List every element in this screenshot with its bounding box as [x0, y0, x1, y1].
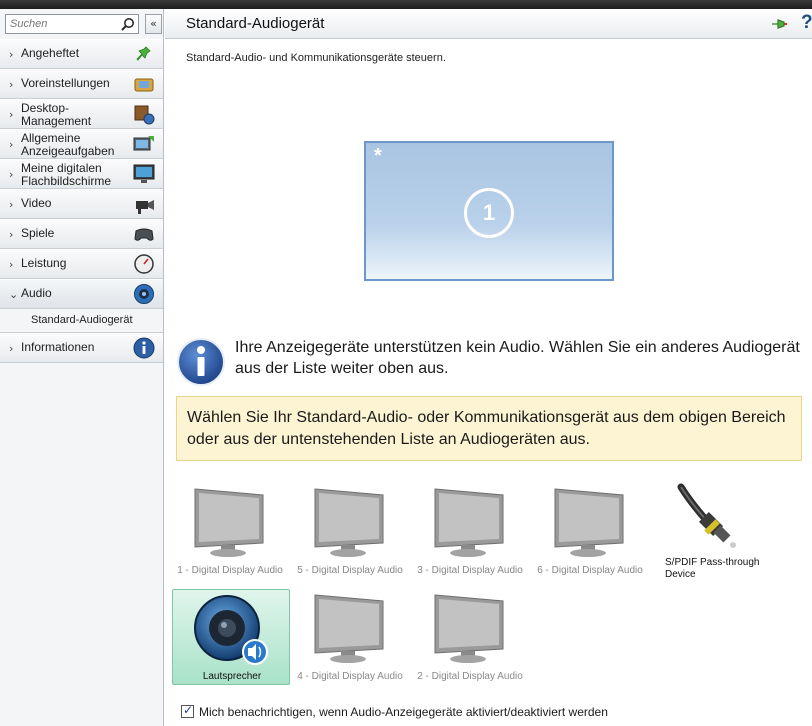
chevron-right-icon: ›: [9, 78, 14, 91]
sidebar: « › Angeheftet › Voreinstellungen › Desk…: [0, 9, 164, 726]
device-lautsprecher[interactable]: Lautsprecher: [172, 589, 290, 685]
instruction-box: Wählen Sie Ihr Standard-Audio- oder Komm…: [176, 396, 802, 461]
optical-cable-icon: [677, 483, 736, 548]
monitor-icon: [194, 488, 264, 557]
window-top-strip: [0, 0, 812, 9]
collapse-sidebar-button[interactable]: «: [145, 14, 162, 34]
monitor-icon: [434, 594, 504, 663]
chevron-right-icon: ›: [9, 168, 14, 181]
desktop-management-icon: [134, 105, 155, 125]
sidebar-item-leistung[interactable]: › Leistung: [0, 249, 163, 279]
chevron-right-icon: ›: [9, 228, 14, 241]
device-6-digital-display-audio[interactable]: 6 - Digital Display Audio: [531, 479, 649, 576]
sidebar-item-video[interactable]: › Video: [0, 189, 163, 219]
no-audio-info-text: Ihre Anzeigegeräte unterstützen kein Aud…: [235, 339, 800, 377]
monitor-icon: [554, 488, 624, 557]
sidebar-item-allgemeine-anzeigeaufgaben[interactable]: › Allgemeine Anzeigeaufgaben: [0, 129, 163, 159]
display-tasks-icon: [133, 136, 154, 151]
search-row: «: [5, 14, 162, 36]
monitor-icon: [434, 488, 504, 557]
device-spdif-pass-through[interactable]: S/PDIF Pass-through Device: [663, 479, 781, 580]
device-5-digital-display-audio[interactable]: 5 - Digital Display Audio: [291, 479, 409, 576]
speaker-icon: [194, 595, 268, 665]
info-icon: [177, 338, 225, 386]
device-label: 1 - Digital Display Audio: [177, 565, 283, 576]
sidebar-item-label: Desktop- Management: [21, 101, 92, 128]
notify-checkbox-row[interactable]: Mich benachrichtigen, wenn Audio-Anzeige…: [181, 703, 608, 719]
pin-icon: [136, 46, 151, 61]
speaker-icon: [134, 284, 154, 304]
main-panel: Standard-Audiogerät ? Standard-Audio- un…: [165, 9, 812, 726]
search-input[interactable]: [6, 15, 116, 33]
device-4-digital-display-audio[interactable]: 4 - Digital Display Audio: [291, 585, 409, 682]
sidebar-item-angeheftet[interactable]: › Angeheftet: [0, 39, 163, 69]
chevron-right-icon: ›: [9, 198, 14, 211]
notify-checkbox[interactable]: [181, 703, 194, 718]
search-icon[interactable]: [120, 17, 135, 32]
sidebar-item-digitale-flachbildschirme[interactable]: › Meine digitalen Flachbildschirme: [0, 159, 163, 189]
sidebar-item-label: Informationen: [21, 340, 95, 354]
sidebar-item-label: Leistung: [21, 256, 67, 270]
chevron-right-icon: ›: [9, 48, 14, 61]
device-label: S/PDIF Pass-through Device: [665, 557, 760, 580]
device-label: 2 - Digital Display Audio: [417, 671, 523, 682]
flat-panel-icon: [133, 164, 155, 183]
search-box[interactable]: [5, 14, 139, 34]
sidebar-nav: › Angeheftet › Voreinstellungen › Deskto…: [0, 39, 163, 363]
sidebar-item-label: Video: [21, 196, 52, 210]
sidebar-item-label: Angeheftet: [21, 46, 80, 60]
sidebar-subitem-standard-audiogeraet[interactable]: Standard-Audiogerät: [0, 309, 163, 333]
page-header: Standard-Audiogerät ?: [165, 9, 812, 39]
device-label: 3 - Digital Display Audio: [417, 565, 523, 576]
device-1-digital-display-audio[interactable]: 1 - Digital Display Audio: [171, 479, 289, 576]
preset-icon: [134, 78, 154, 92]
chevron-right-icon: ›: [9, 138, 14, 151]
gauge-icon: [134, 254, 154, 274]
sidebar-item-spiele[interactable]: › Spiele: [0, 219, 163, 249]
device-3-digital-display-audio[interactable]: 3 - Digital Display Audio: [411, 479, 529, 576]
video-camera-icon: [136, 200, 154, 214]
sidebar-item-desktop-management[interactable]: › Desktop- Management: [0, 99, 163, 129]
sidebar-item-voreinstellungen[interactable]: › Voreinstellungen: [0, 69, 163, 99]
sidebar-item-informationen[interactable]: › Informationen: [0, 333, 163, 363]
audio-device-list: 1 - Digital Display Audio 5 - Digital Di…: [171, 479, 811, 689]
device-label: 5 - Digital Display Audio: [297, 565, 403, 576]
sidebar-item-label: Meine digitalen Flachbildschirme: [21, 161, 112, 188]
monitor-icon: [314, 594, 384, 663]
chevron-right-icon: ›: [9, 342, 14, 355]
display-monitor-tile[interactable]: * 1: [364, 141, 614, 281]
gamepad-icon: [134, 228, 154, 241]
notify-checkbox-label: Mich benachrichtigen, wenn Audio-Anzeige…: [199, 705, 608, 719]
sidebar-item-label: Voreinstellungen: [21, 76, 110, 90]
monitor-icon: [314, 488, 384, 557]
help-icon[interactable]: ?: [801, 12, 812, 34]
chevron-right-icon: ›: [9, 258, 14, 271]
display-number-badge: 1: [464, 188, 514, 238]
device-2-digital-display-audio[interactable]: 2 - Digital Display Audio: [411, 585, 529, 682]
sidebar-item-label: Allgemeine Anzeigeaufgaben: [21, 131, 115, 158]
chevron-right-icon: ›: [9, 108, 14, 121]
sidebar-item-label: Spiele: [21, 226, 55, 240]
pin-page-icon[interactable]: [770, 16, 788, 32]
chevron-down-icon: ⌄: [9, 288, 19, 301]
device-label: 4 - Digital Display Audio: [297, 671, 403, 682]
sidebar-item-audio[interactable]: ⌄ Audio: [0, 279, 163, 309]
device-label: Lautsprecher: [202, 671, 262, 682]
page-subtitle: Standard-Audio- und Kommunikationsgeräte…: [186, 52, 446, 64]
device-label: 6 - Digital Display Audio: [537, 565, 643, 576]
page-title: Standard-Audiogerät: [186, 15, 325, 32]
sidebar-item-label: Audio: [21, 286, 52, 300]
primary-display-star: *: [374, 145, 382, 167]
info-icon: [133, 337, 155, 359]
